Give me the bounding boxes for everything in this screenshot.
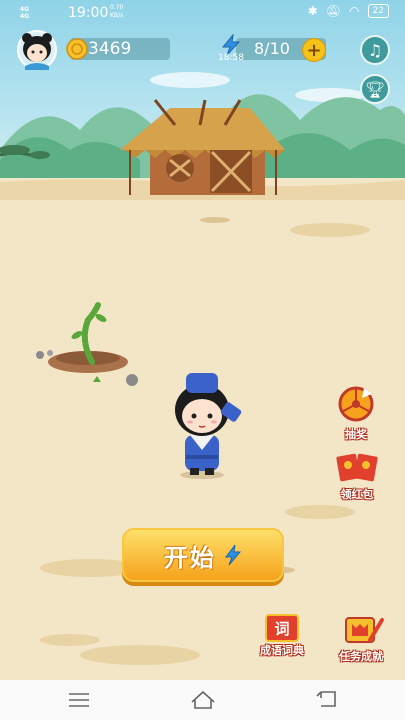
add-energy-button[interactable]: + <box>302 38 326 62</box>
battery-icon: 22 <box>367 4 389 18</box>
dictionary-label: 成语词典 <box>260 644 304 657</box>
red-packet-button[interactable]: 领红包 <box>332 452 382 501</box>
lightning-icon <box>225 544 242 566</box>
start-button[interactable]: 开始 <box>122 528 284 582</box>
dictionary-badge: 词 <box>274 619 290 638</box>
achievements-button[interactable]: 任务成就 <box>330 614 392 663</box>
coin-icon <box>66 38 88 60</box>
status-right: ✱ 🔕︎ ◠ 22 <box>308 4 389 18</box>
wheel-icon <box>338 386 374 422</box>
red-packet-label: 领红包 <box>340 488 374 501</box>
energy-timer: 18:58 <box>218 53 244 63</box>
avatar[interactable] <box>13 30 63 70</box>
lottery-label: 抽奖 <box>345 428 367 441</box>
network-speed-value: 0.70 <box>110 4 124 11</box>
wifi-icon: ◠ <box>349 4 360 18</box>
system-nav-bar <box>0 680 405 720</box>
signal-1-label: 4G <box>20 6 30 13</box>
trophy-icon: 🏆︎ <box>364 79 386 99</box>
network-speed: 0.70 KB/s <box>110 4 123 20</box>
signal-2-label: 4G <box>20 13 30 20</box>
start-label: 开始 <box>164 543 216 572</box>
status-bar: 4G 4G 19:00 0.70 KB/s ✱ 🔕︎ ◠ 22 <box>0 0 405 26</box>
lottery-button[interactable]: 抽奖 <box>334 386 378 441</box>
dictionary-button[interactable]: 词 成语词典 <box>252 614 312 662</box>
leaderboard-button[interactable]: 🏆︎ <box>360 74 390 104</box>
achievements-label: 任务成就 <box>339 650 383 663</box>
signal-indicator: 4G 4G <box>20 6 29 20</box>
mute-icon: 🔕︎ <box>325 4 342 18</box>
task-scroll-icon <box>345 617 384 643</box>
back-icon[interactable] <box>315 690 337 708</box>
home-icon[interactable] <box>190 688 216 710</box>
music-button[interactable]: ♫ <box>360 35 390 65</box>
network-speed-unit: KB/s <box>110 12 124 19</box>
red-packet-icon <box>336 453 378 482</box>
book-icon: 词 <box>265 614 299 642</box>
menu-icon[interactable] <box>68 692 90 708</box>
energy-value: 8/10 <box>254 39 290 58</box>
music-note-icon: ♫ <box>367 40 383 60</box>
status-time: 19:00 <box>68 5 109 21</box>
bluetooth-icon: ✱ <box>307 4 318 18</box>
coin-value: 3469 <box>88 39 132 59</box>
